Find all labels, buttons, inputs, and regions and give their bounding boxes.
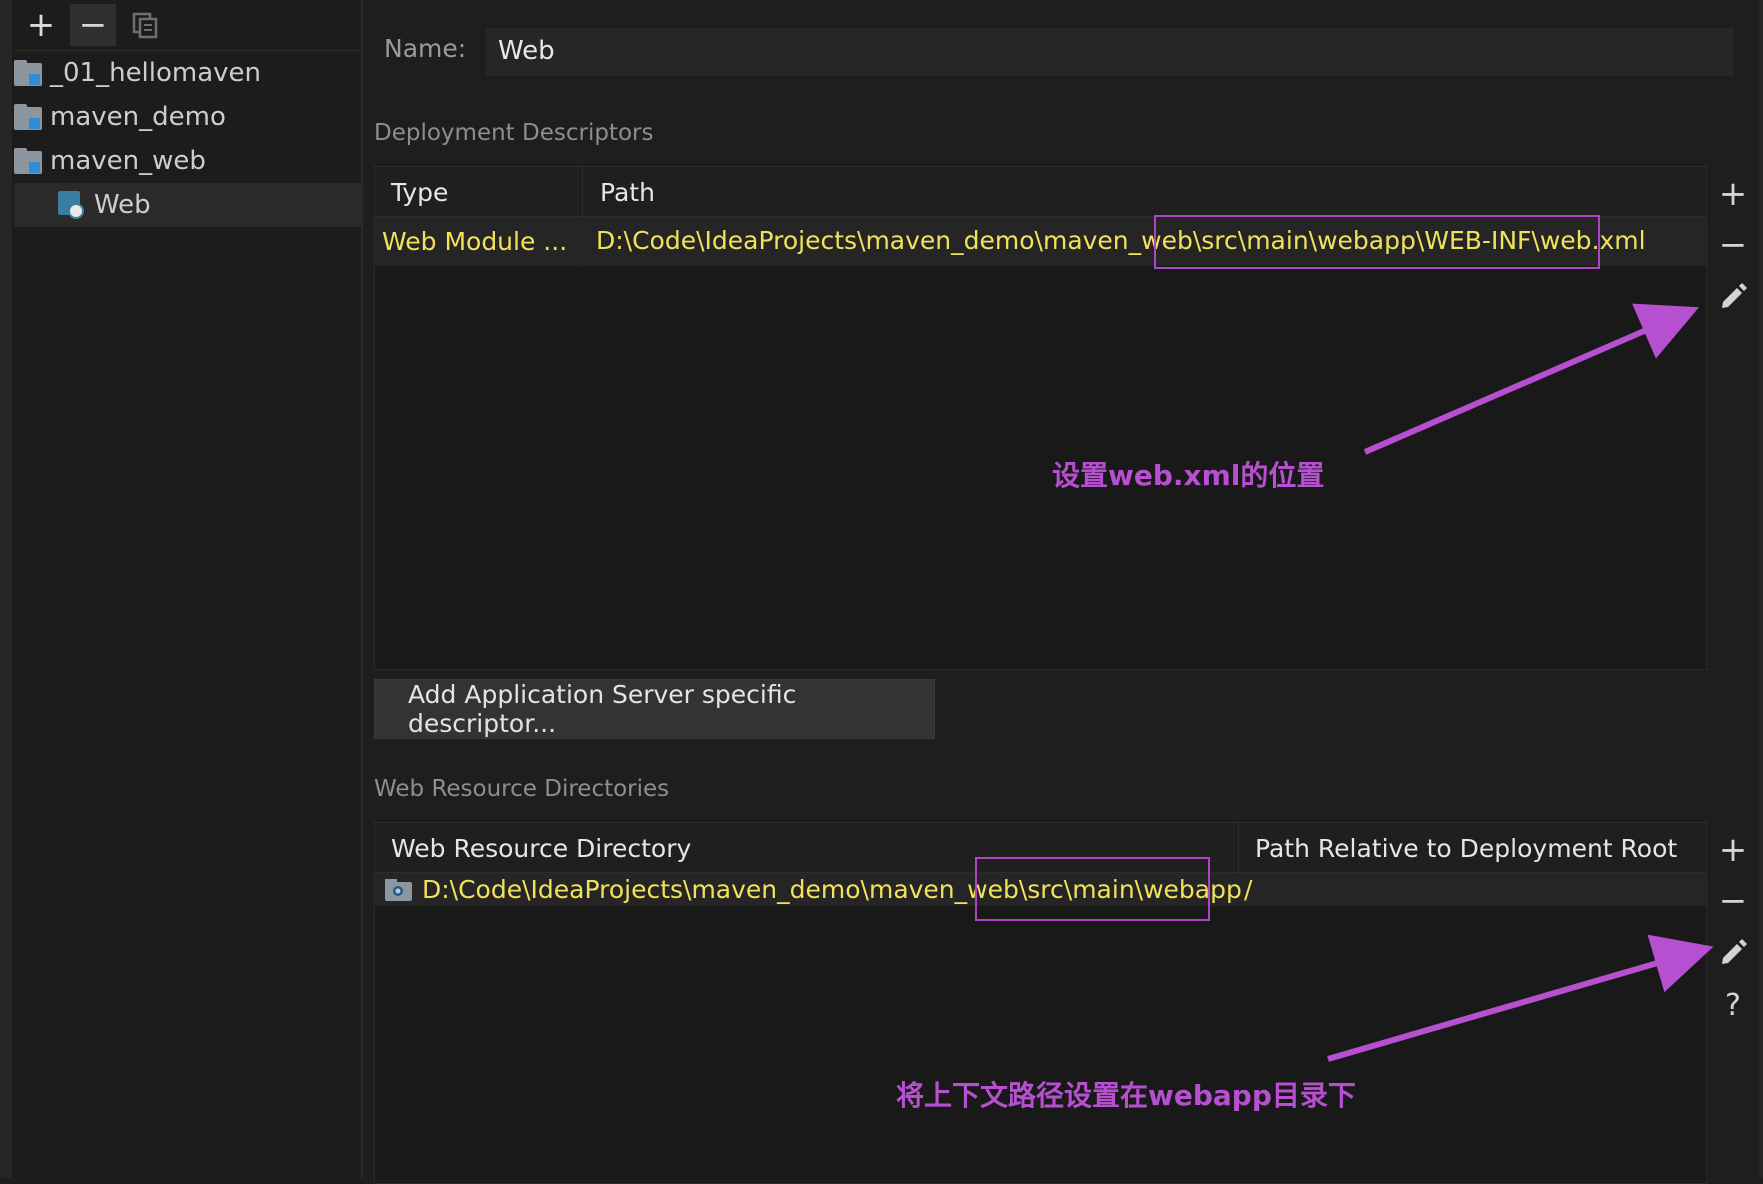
resource-annotation: 将上下文路径设置在webapp目录下 bbox=[896, 1079, 1356, 1112]
arrow-to-edit-descriptor bbox=[1363, 303, 1700, 455]
arrow-to-edit-resource bbox=[1327, 934, 1714, 1062]
descriptor-annotation: 设置web.xml的位置 bbox=[1052, 459, 1325, 492]
annotation-arrows bbox=[1327, 303, 1714, 1062]
